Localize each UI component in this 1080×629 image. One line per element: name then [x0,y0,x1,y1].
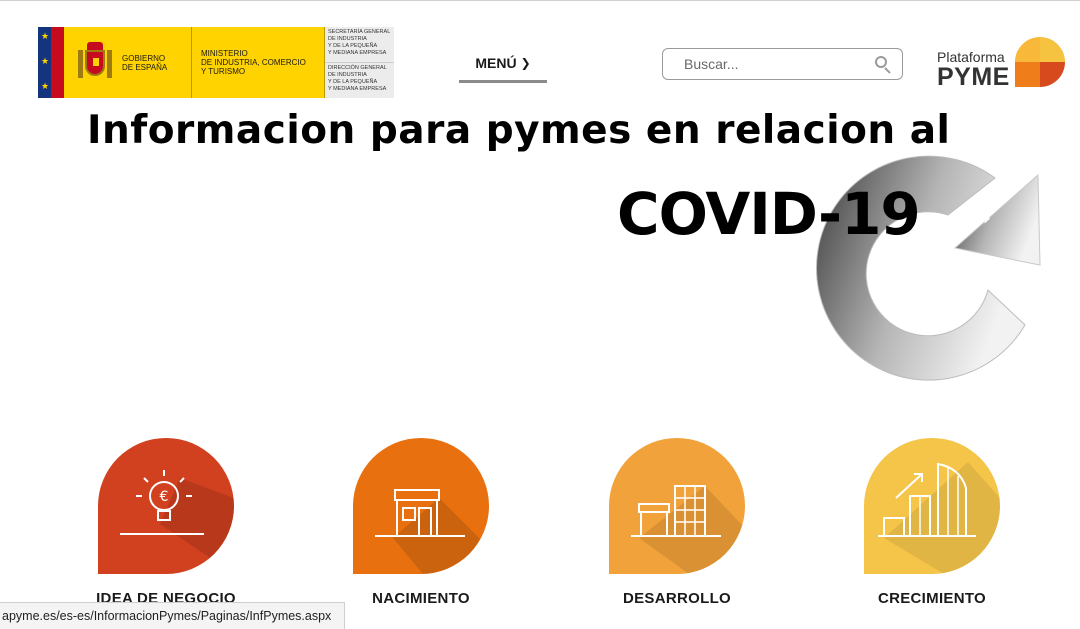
secretaria-line: DE INDUSTRIA [328,36,367,42]
category-bubble: € [98,438,234,574]
menu-label: MENÚ [475,54,517,71]
svg-text:€: € [160,489,169,505]
category-crecimiento[interactable]: CRECIMIENTO [842,438,1022,607]
gobierno-block: GOBIERNO DE ESPAÑA [64,27,191,98]
status-url: apyme.es/es-es/InformacionPymes/Paginas/… [2,609,332,623]
category-desarrollo[interactable]: DESARROLLO [587,438,767,607]
star-icon: ★ [41,32,50,42]
government-logo[interactable]: ★ ★ ★ GOBIERNO DE ESPAÑA MINISTERIO DE I… [38,27,394,98]
secretaria-line: Y DE LA PEQUEÑA [328,43,378,49]
shop-icon [375,489,489,574]
category-bubble [353,438,489,574]
category-label: CRECIMIENTO [877,590,987,607]
category-label: DESARROLLO [623,590,731,607]
pyme-mark-icon [1015,37,1065,87]
ministerio-line: MINISTERIO [201,49,248,58]
direccion-line: DIRECCIÓN GENERAL [328,65,387,71]
lightbulb-euro-icon: € [120,470,234,574]
gobierno-line: GOBIERNO [122,53,166,63]
brand-big-text: PYME [937,63,1010,91]
secretaria-block: SECRETARÍA GENERAL DE INDUSTRIA Y DE LA … [324,27,394,98]
plataforma-pyme-logo[interactable]: Plataforma PYME [937,37,1067,91]
refresh-arrow-icon [816,155,1041,381]
category-nacimiento[interactable]: NACIMIENTO [331,438,511,607]
carousel-next-button[interactable]: › [978,203,996,233]
search-icon[interactable] [874,55,892,74]
category-bubble [864,438,1000,574]
secretaria-line: SECRETARÍA GENERAL [328,29,391,35]
category-bubble [609,438,745,574]
coat-of-arms-icon [78,41,112,84]
browser-top-border [0,0,1080,3]
growth-buildings-icon [878,462,1000,574]
direccion-line: Y MEDIANA EMPRESA [328,86,387,92]
ministerio-block: MINISTERIO DE INDUSTRIA, COMERCIO Y TURI… [191,27,324,98]
ministerio-line: DE INDUSTRIA, COMERCIO [201,58,306,67]
browser-status-bar: apyme.es/es-es/InformacionPymes/Paginas/… [0,602,345,629]
gobierno-line: DE ESPAÑA [122,62,168,72]
star-icon: ★ [41,82,50,92]
chevron-right-icon: › [982,205,992,231]
menu-button[interactable]: MENÚ ❯ [459,45,547,83]
secretaria-line: Y MEDIANA EMPRESA [328,50,387,56]
category-label: NACIMIENTO [372,590,470,607]
search-box[interactable] [662,48,903,80]
direccion-line: Y DE LA PEQUEÑA [328,79,378,85]
search-input[interactable] [684,56,864,72]
eu-flag-stripe: ★ ★ ★ [38,27,64,98]
direccion-line: DE INDUSTRIA [328,72,367,78]
category-idea-de-negocio[interactable]: € IDEA DE NEGOCIO [76,438,256,607]
ministerio-line: Y TURISMO [201,67,246,76]
star-icon: ★ [41,57,50,67]
chevron-down-icon: ❯ [520,55,531,70]
shop-building-icon [631,485,745,574]
hero-subtitle: COVID-19 [617,180,921,248]
